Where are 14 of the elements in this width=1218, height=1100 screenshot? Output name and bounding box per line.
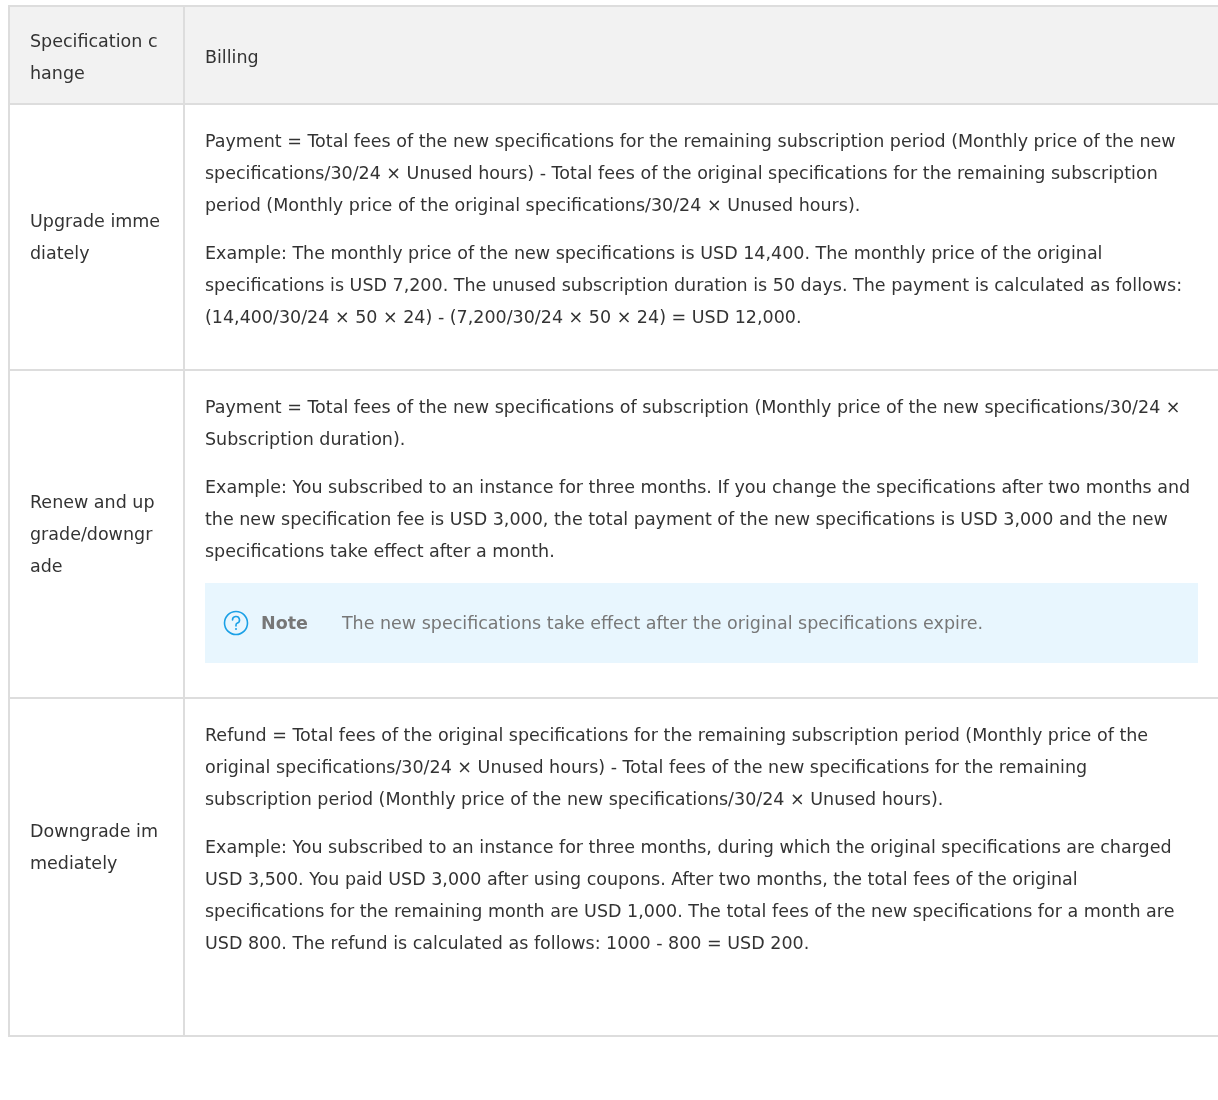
table-cell: Upgrade immediately	[9, 104, 184, 370]
question-icon	[223, 610, 249, 636]
column-header: Billing	[184, 6, 1218, 104]
billing-text: Example: You subscribed to an instance for three months. If you change the specifications after two months and the new specification fee is USD 3,000, the total payment of the new specifications is USD 3,000 and the new specifications take effect after a month.	[205, 476, 1192, 563]
note-text: The new specifications take effect after the original specifications expire.	[341, 612, 984, 635]
note-label: Note	[261, 612, 308, 635]
billing-text: Example: The monthly price of the new specifications is USD 14,400. The monthly price of the original specifications is USD 7,200. The unused subscription duration is 50 days. The payment is calculated as follows: (14,400/30/24 × 50 × 24) - (7,200/30/24 × 50 × 24) = USD 12,000.	[205, 242, 1184, 329]
column-header: Specification change	[9, 6, 184, 104]
billing-text: Payment = Total fees of the new specifications for the remaining subscription period (Monthly price of the new specifications/30/24 × Unused hours) - Total fees of the original specifications for the remaining subscription period (Monthly price of the original specifications/30/24 × Unused hours).	[205, 130, 1177, 217]
billing-text: Refund = Total fees of the original specifications for the remaining subscription period (Monthly price of the original specifications/30/24 × Unused hours) - Total fees of the new specifications for the remaining subscription period (Monthly price of the new specifications/30/24 × Unused hours).	[205, 724, 1150, 811]
billing-text: Payment = Total fees of the new specifications of subscription (Monthly price of the new specifications/30/24 × Subscription duration).	[205, 396, 1182, 451]
billing-text: Example: You subscribed to an instance for three months, during which the original specifications are charged USD 3,500. You paid USD 3,000 after using coupons. After two months, the total fees of the original specifications for the remaining month are USD 1,000. The total fees of the new specifications for a month are USD 800. The refund is calculated as follows: 1000 - 800 = USD 200.	[205, 836, 1176, 955]
table-cell: Renew and upgrade/downgrade	[9, 370, 184, 698]
table-cell: Downgrade immediately	[9, 698, 184, 1036]
